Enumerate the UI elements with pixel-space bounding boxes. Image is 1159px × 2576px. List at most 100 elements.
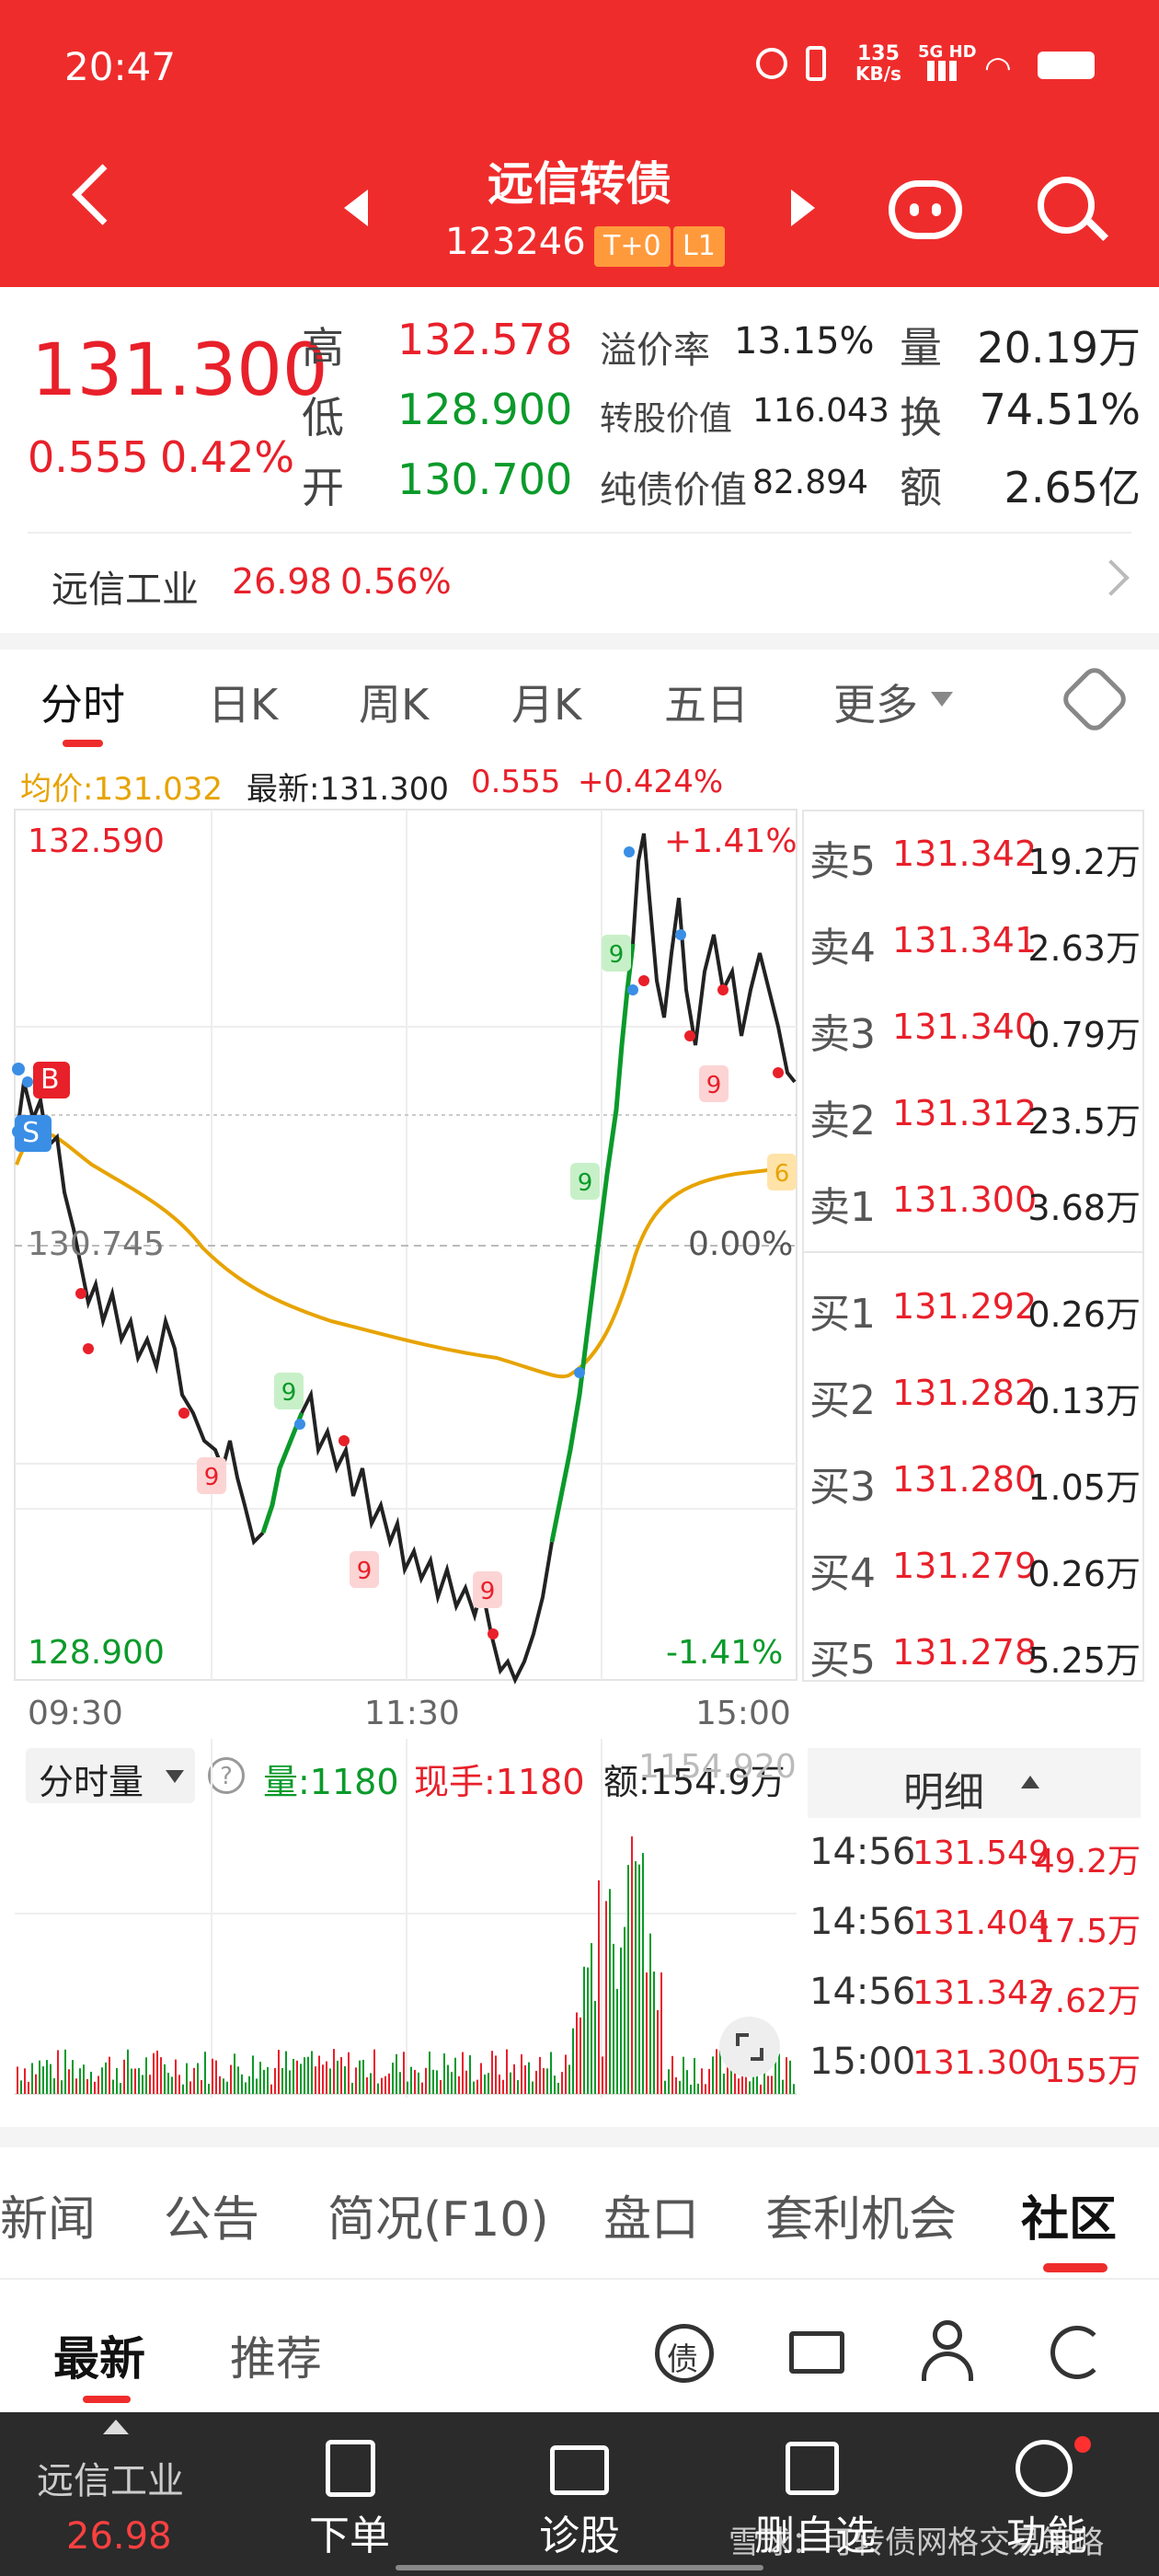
volume-bar <box>491 2051 493 2094</box>
volume-bar <box>381 2077 383 2094</box>
tab-profile-f10[interactable]: 简况(F10) <box>327 2180 549 2249</box>
details-header[interactable]: 明细 <box>808 1748 1141 1818</box>
order-volume: 2.63万 <box>1027 928 1141 969</box>
trade-detail-row: 14:56 131.549 49.2万 <box>809 1831 1141 1901</box>
volume-bar <box>109 2056 110 2094</box>
bond-title: 远信转债 <box>488 157 671 211</box>
volume-bar <box>75 2078 77 2094</box>
order-volume: 19.2万 <box>1027 842 1141 882</box>
volume-bar <box>234 2053 235 2094</box>
volume-bar <box>642 1853 644 2094</box>
tab-community[interactable]: 社区 <box>1021 2180 1117 2249</box>
order-level-label: 卖2 <box>809 1098 876 1144</box>
volume-bar <box>771 2076 773 2094</box>
volume-bar <box>620 1947 622 2094</box>
tab-announcements[interactable]: 公告 <box>164 2180 259 2249</box>
volume-bar <box>278 2050 280 2094</box>
volume-bar <box>716 2049 717 2094</box>
bid-row-4[interactable]: 买4 131.279 0.26万 <box>809 1540 1141 1627</box>
bid-row-1[interactable]: 买1 131.292 0.26万 <box>809 1281 1141 1367</box>
order-level-label: 卖3 <box>809 1011 876 1058</box>
tab-five-day[interactable]: 五日 <box>664 672 749 732</box>
volume-bar <box>594 2000 596 2094</box>
user-icon[interactable] <box>922 2318 973 2383</box>
trade-detail-row: 14:56 131.404 17.5万 <box>809 1901 1141 1971</box>
volume-bar <box>392 2063 394 2094</box>
volume-bar <box>723 2073 725 2094</box>
volume-bar <box>164 2064 166 2094</box>
tab-arbitrage[interactable]: 套利机会 <box>765 2180 957 2249</box>
underlying-stock-link[interactable]: 远信工业 26.98 0.56% <box>0 543 1159 626</box>
tab-daily-k[interactable]: 日K <box>208 672 278 732</box>
latest-indicator <box>83 2396 131 2403</box>
bond-icon[interactable]: 债 <box>655 2324 714 2383</box>
search-icon[interactable] <box>1038 177 1095 234</box>
volume-bar <box>760 2084 762 2094</box>
high-value: 132.578 <box>397 315 573 364</box>
nav-diagnose[interactable]: 诊股 <box>521 2436 640 2565</box>
ask-row-3[interactable]: 卖3 131.340 0.79万 <box>809 1001 1141 1087</box>
volume-bar <box>322 2064 324 2094</box>
tab-more[interactable]: 更多 <box>833 672 918 732</box>
tab-news[interactable]: 新闻 <box>0 2180 96 2249</box>
volume-bar <box>712 2056 714 2094</box>
volume-bar <box>344 2065 346 2094</box>
tab-recommend[interactable]: 推荐 <box>230 2322 322 2388</box>
volume-bar <box>252 2055 254 2094</box>
volume-bar <box>311 2051 313 2094</box>
volume-bar <box>160 2057 162 2094</box>
nav-stock-name[interactable]: 远信工业 <box>37 2451 184 2504</box>
tag-t0: T+0 <box>594 226 671 267</box>
volume-bar <box>705 2084 706 2094</box>
signal-label: 5G HD <box>918 42 977 62</box>
bid-row-2[interactable]: 买2 131.282 0.13万 <box>809 1367 1141 1454</box>
tab-latest[interactable]: 最新 <box>53 2322 145 2388</box>
volume-bar <box>488 2073 489 2094</box>
bid-row-3[interactable]: 买3 131.280 1.05万 <box>809 1454 1141 1540</box>
fullscreen-button[interactable] <box>719 2017 780 2077</box>
volume-bar <box>616 1988 618 2094</box>
trade-volume: 7.62万 <box>1033 1983 1141 2020</box>
volume-bar <box>635 1861 637 2094</box>
volume-bar <box>701 2068 703 2094</box>
chevron-right-icon <box>1093 559 1130 596</box>
volume-bar <box>454 2057 456 2094</box>
intraday-chart[interactable]: 9 9 9 9 9 9 9 6 <box>0 806 800 1735</box>
volume-bar <box>587 1967 589 2094</box>
bid-row-5[interactable]: 买5 131.278 5.25万 <box>809 1627 1141 1713</box>
order-price: 131.292 <box>892 1286 1038 1327</box>
volume-bar <box>495 2055 497 2094</box>
settings-icon[interactable] <box>1058 662 1131 736</box>
volume-bar <box>502 2079 504 2094</box>
ask-row-5[interactable]: 卖5 131.342 19.2万 <box>809 828 1141 914</box>
ask-row-2[interactable]: 卖2 131.312 23.5万 <box>809 1087 1141 1174</box>
tab-order-book[interactable]: 盘口 <box>603 2180 699 2249</box>
volume-bar <box>407 2081 408 2094</box>
order-volume: 1.05万 <box>1027 1467 1141 1508</box>
refresh-icon[interactable] <box>1050 2326 1104 2379</box>
order-volume: 5.25万 <box>1027 1640 1141 1681</box>
robot-icon[interactable] <box>889 180 962 239</box>
volume-bar <box>156 2050 158 2094</box>
volume-bar <box>447 2064 449 2094</box>
nav-order[interactable]: 下单 <box>291 2436 410 2565</box>
volume-bar <box>72 2060 74 2094</box>
ask-row-4[interactable]: 卖4 131.341 2.63万 <box>809 914 1141 1001</box>
volume-bar <box>315 2066 316 2094</box>
order-price: 131.300 <box>892 1179 1038 1220</box>
tab-weekly-k[interactable]: 周K <box>359 672 429 732</box>
volume-bar <box>436 2070 438 2094</box>
volume-label: 量 <box>900 323 942 373</box>
volume-value: 20.19万 <box>977 323 1141 373</box>
tab-monthly-k[interactable]: 月K <box>511 672 581 732</box>
order-price: 131.280 <box>892 1459 1038 1500</box>
volume-bar <box>388 2073 390 2094</box>
high-label: 高 <box>302 323 344 373</box>
volume-bar <box>94 2081 96 2094</box>
volume-bar <box>208 2084 210 2094</box>
mail-icon[interactable] <box>789 2331 844 2374</box>
tab-intraday[interactable]: 分时 <box>40 672 125 732</box>
ask-row-1[interactable]: 卖1 131.300 3.68万 <box>809 1174 1141 1260</box>
volume-bar <box>370 2073 372 2094</box>
volume-bar <box>591 1943 592 2094</box>
